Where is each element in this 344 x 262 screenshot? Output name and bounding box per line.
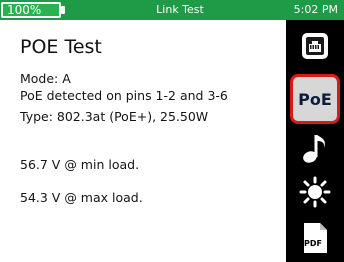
main-content: POE Test Mode: A PoE detected on pins 1-…	[0, 20, 284, 262]
sidebar: PoE PDF	[286, 20, 344, 262]
status-time: 5:02 PM	[293, 3, 338, 16]
max-load-voltage: 54.3 V @ max load.	[20, 190, 143, 205]
status-bar: 100% Link Test 5:02 PM	[0, 0, 344, 20]
sidebar-item-network[interactable]	[292, 28, 338, 68]
network-port-icon	[300, 31, 330, 65]
poe-detected-text: PoE detected on pins 1-2 and 3-6	[20, 88, 228, 103]
sidebar-item-poe[interactable]: PoE	[290, 74, 340, 124]
pdf-icon: PDF	[302, 222, 328, 254]
min-load-voltage: 56.7 V @ min load.	[20, 157, 140, 172]
poe-icon: PoE	[298, 89, 332, 109]
mode-text: Mode: A	[20, 71, 71, 86]
brightness-icon	[299, 176, 331, 212]
battery-label: 100%	[7, 3, 42, 17]
tone-icon	[300, 132, 330, 168]
battery-nub	[61, 6, 65, 14]
page-title: POE Test	[20, 36, 102, 58]
status-title: Link Test	[156, 3, 204, 16]
poe-type-text: Type: 802.3at (PoE+), 25.50W	[20, 109, 209, 124]
battery-indicator: 100%	[1, 2, 61, 18]
pdf-label: PDF	[304, 239, 322, 248]
sidebar-item-tone[interactable]	[292, 130, 338, 170]
sidebar-item-brightness[interactable]	[292, 174, 338, 214]
sidebar-item-pdf[interactable]: PDF	[292, 218, 338, 258]
